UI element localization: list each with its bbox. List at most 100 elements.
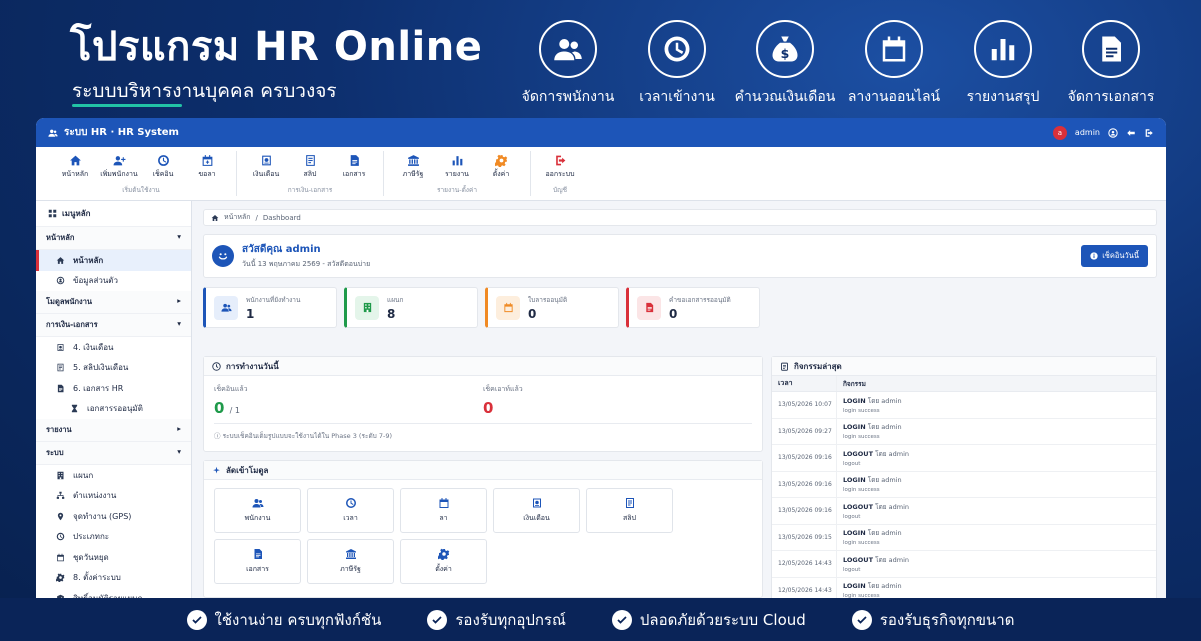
ribbon-button[interactable]: ภาษีรัฐ <box>392 151 434 183</box>
welcome-subtitle: วันนี้ 13 พฤษภาคม 2569 - สวัสดีตอนบ่าย <box>242 260 371 268</box>
quick-access-label: เวลา <box>343 514 358 522</box>
ribbon-button[interactable]: ตั้งค่า <box>480 151 522 183</box>
checked-in-total: / 1 <box>229 406 240 415</box>
check-icon <box>427 609 448 630</box>
welcome-title: สวัสดีคุณ admin <box>242 244 321 255</box>
sidebar-section[interactable]: หน้าหลัก ▾ <box>36 227 191 250</box>
activity-desc: login success <box>843 540 880 547</box>
sidebar-item[interactable]: หน้าหลัก <box>36 250 191 271</box>
sidebar-item[interactable]: ข้อมูลส่วนตัว <box>36 271 191 292</box>
ribbon-button-label: ขอลา <box>198 170 216 178</box>
ribbon-button[interactable]: เอกสาร <box>333 151 375 183</box>
avatar[interactable]: a <box>1052 125 1067 140</box>
sidebar-item-label: ตำแหน่งงาน <box>73 491 117 501</box>
breadcrumb-home[interactable]: หน้าหลัก <box>224 212 250 223</box>
bar-chart-icon <box>974 20 1032 78</box>
smile-icon <box>212 245 234 267</box>
hero-feature-label: จัดการพนักงาน <box>521 89 615 105</box>
document-icon <box>645 302 653 313</box>
sidebar-item-label: 8. ตั้งค่าระบบ <box>73 573 121 583</box>
hero-feature: รายงานสรุป <box>943 20 1063 108</box>
chevron-icon: ▸ <box>177 424 181 433</box>
quick-access-button[interactable]: เวลา <box>307 488 394 533</box>
sidebar-item-label: ชุดวันหยุด <box>73 552 109 562</box>
sidebar-item[interactable]: เอกสารรออนุมัติ <box>36 399 191 420</box>
sidebar-header: เมนูหลัก <box>36 201 191 227</box>
ribbon-button[interactable]: เพิ่มพนักงาน <box>98 151 140 183</box>
gear-icon <box>56 573 65 583</box>
ribbon-button[interactable]: หน้าหลัก <box>54 151 96 183</box>
ribbon-button[interactable]: เงินเดือน <box>245 151 287 183</box>
svg-text:$: $ <box>781 46 790 61</box>
sidebar-item[interactable]: ชุดวันหยุด <box>36 547 191 568</box>
sidebar-item[interactable]: 6. เอกสาร HR <box>36 378 191 399</box>
ribbon-button[interactable]: รายงาน <box>436 151 478 183</box>
sidebar-section[interactable]: รายงาน ▸ <box>36 419 191 442</box>
ribbon-button[interactable]: ออกระบบ <box>539 151 581 183</box>
clock-icon <box>212 361 221 371</box>
ribbon-button[interactable]: เช็คอิน <box>142 151 184 183</box>
clock-icon <box>648 20 706 78</box>
quick-access-label: ตั้งค่า <box>435 565 452 573</box>
ribbon-button[interactable]: สลิป <box>289 151 331 183</box>
users-icon <box>252 499 263 508</box>
users-icon <box>48 129 58 137</box>
activity-time: 12/05/2026 14:43 <box>772 577 837 598</box>
stats-row: พนักงานที่ยังทำงาน 1 แผนก 8 ใบลารออนุมัติ 0… <box>203 287 1157 328</box>
sidebar-section[interactable]: ระบบ ▾ <box>36 442 191 465</box>
ribbon-group-label: การเงิน-เอกสาร <box>287 186 333 194</box>
hero-feature: เวลาเข้างาน <box>617 20 737 108</box>
activity-action: LOGOUT <box>843 502 874 511</box>
arrow-left-icon[interactable] <box>1126 128 1136 138</box>
sidebar-item[interactable]: 8. ตั้งค่าระบบ <box>36 568 191 589</box>
sidebar-item[interactable]: ประเภทกะ <box>36 527 191 548</box>
footer-feature-label: ปลอดภัยด้วยระบบ Cloud <box>639 610 806 629</box>
sidebar-item[interactable]: แผนก <box>36 465 191 486</box>
sidebar-item[interactable]: จุดทำงาน (GPS) <box>36 506 191 527</box>
logout-icon[interactable] <box>1144 128 1154 138</box>
quick-access-button[interactable]: ตั้งค่า <box>400 539 487 584</box>
sidebar-section[interactable]: โมดูลพนักงาน ▸ <box>36 291 191 314</box>
quick-access-button[interactable]: ลา <box>400 488 487 533</box>
activity-by: โดย admin <box>867 396 902 405</box>
quick-access-button[interactable]: เงินเดือน <box>493 488 580 533</box>
sidebar-section[interactable]: การเงิน-เอกสาร ▾ <box>36 314 191 337</box>
sidebar-item[interactable]: 5. สลิปเงินเดือน <box>36 358 191 379</box>
activity-desc: login success <box>843 407 880 414</box>
hero-feature-label: คำนวณเงินเดือน <box>734 89 836 105</box>
logout-icon <box>555 155 565 166</box>
checkin-today-button[interactable]: เช็คอินวันนี้ <box>1081 245 1148 267</box>
activity-time: 13/05/2026 09:16 <box>772 498 837 524</box>
attendance-header: การทำงานวันนี้ <box>204 357 762 376</box>
col-time: เวลา <box>772 376 837 391</box>
user-circle-icon[interactable] <box>1108 127 1118 138</box>
footer-feature: รองรับธุรกิจทุกขนาด <box>851 608 1014 632</box>
clock-icon <box>157 155 169 166</box>
sidebar-section-label: โมดูลพนักงาน <box>46 297 93 306</box>
sidebar-item[interactable]: 4. เงินเดือน <box>36 337 191 358</box>
footer-feature-label: ใช้งานง่าย ครบทุกฟังก์ชัน <box>214 610 382 629</box>
sidebar-item-label: หน้าหลัก <box>73 255 104 265</box>
quick-access-label: ภาษีรัฐ <box>340 565 361 573</box>
quick-access-button[interactable]: ภาษีรัฐ <box>307 539 394 584</box>
chevron-icon: ▾ <box>177 232 181 241</box>
table-row: 13/05/2026 09:15 LOGIN โดย admin login s… <box>772 524 1156 551</box>
quick-access-button[interactable]: สลิป <box>586 488 673 533</box>
quick-access-button[interactable]: เอกสาร <box>214 539 301 584</box>
user-name[interactable]: admin <box>1075 128 1100 137</box>
quick-access-button[interactable]: พนักงาน <box>214 488 301 533</box>
activity-action: LOGOUT <box>843 555 874 564</box>
sidebar-item[interactable]: ตำแหน่งงาน <box>36 486 191 507</box>
slip-icon <box>305 155 315 166</box>
stat-value: 0 <box>669 306 678 321</box>
clock-icon <box>345 498 356 508</box>
title-bar: ระบบ HR · HR System a admin <box>36 118 1166 147</box>
sitemap-icon <box>56 492 65 500</box>
activity-by: โดย admin <box>867 423 902 432</box>
activity-action: LOGIN <box>843 423 866 432</box>
ribbon-button[interactable]: ขอลา <box>186 151 228 183</box>
sidebar-item[interactable]: สิทธิ์อนุมัติรายแผนก <box>36 588 191 598</box>
stat-value: 1 <box>246 306 255 321</box>
checked-in-label: เช็คอินแล้ว <box>214 385 248 393</box>
hourglass-icon <box>71 405 78 413</box>
